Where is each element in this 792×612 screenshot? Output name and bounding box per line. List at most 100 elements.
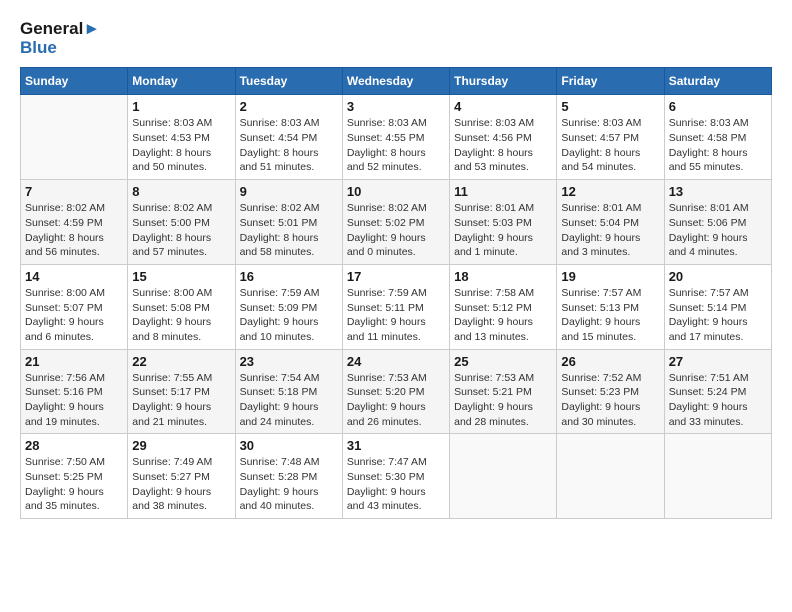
calendar-cell [557, 434, 664, 519]
header-day-thursday: Thursday [450, 68, 557, 95]
day-info: Sunrise: 7:52 AM [561, 371, 659, 386]
day-info: Daylight: 8 hours and 58 minutes. [240, 231, 338, 260]
day-info: Daylight: 9 hours and 19 minutes. [25, 400, 123, 429]
logo: General► Blue [20, 20, 100, 57]
day-number: 5 [561, 99, 659, 114]
day-info: Sunrise: 7:54 AM [240, 371, 338, 386]
week-row-1: 1Sunrise: 8:03 AMSunset: 4:53 PMDaylight… [21, 95, 772, 180]
calendar-cell: 6Sunrise: 8:03 AMSunset: 4:58 PMDaylight… [664, 95, 771, 180]
calendar-cell: 11Sunrise: 8:01 AMSunset: 5:03 PMDayligh… [450, 180, 557, 265]
calendar-cell: 4Sunrise: 8:03 AMSunset: 4:56 PMDaylight… [450, 95, 557, 180]
day-info: Sunset: 4:54 PM [240, 131, 338, 146]
day-info: Daylight: 9 hours and 8 minutes. [132, 315, 230, 344]
day-info: Sunrise: 8:03 AM [132, 116, 230, 131]
calendar-cell: 8Sunrise: 8:02 AMSunset: 5:00 PMDaylight… [128, 180, 235, 265]
day-info: Sunset: 5:06 PM [669, 216, 767, 231]
day-number: 13 [669, 184, 767, 199]
calendar-cell: 29Sunrise: 7:49 AMSunset: 5:27 PMDayligh… [128, 434, 235, 519]
day-info: Sunrise: 8:03 AM [240, 116, 338, 131]
calendar-cell: 2Sunrise: 8:03 AMSunset: 4:54 PMDaylight… [235, 95, 342, 180]
day-info: Sunset: 5:23 PM [561, 385, 659, 400]
calendar-header-row: SundayMondayTuesdayWednesdayThursdayFrid… [21, 68, 772, 95]
calendar-cell: 26Sunrise: 7:52 AMSunset: 5:23 PMDayligh… [557, 349, 664, 434]
day-info: Sunrise: 7:58 AM [454, 286, 552, 301]
day-info: Sunset: 5:24 PM [669, 385, 767, 400]
day-number: 14 [25, 269, 123, 284]
day-info: Sunrise: 7:59 AM [240, 286, 338, 301]
day-info: Daylight: 9 hours and 11 minutes. [347, 315, 445, 344]
day-number: 27 [669, 354, 767, 369]
day-info: Sunset: 5:30 PM [347, 470, 445, 485]
day-number: 29 [132, 438, 230, 453]
day-number: 1 [132, 99, 230, 114]
day-info: Daylight: 9 hours and 13 minutes. [454, 315, 552, 344]
day-number: 7 [25, 184, 123, 199]
calendar-cell: 20Sunrise: 7:57 AMSunset: 5:14 PMDayligh… [664, 264, 771, 349]
day-number: 4 [454, 99, 552, 114]
calendar-cell: 21Sunrise: 7:56 AMSunset: 5:16 PMDayligh… [21, 349, 128, 434]
day-info: Daylight: 9 hours and 40 minutes. [240, 485, 338, 514]
header-day-saturday: Saturday [664, 68, 771, 95]
calendar-cell: 3Sunrise: 8:03 AMSunset: 4:55 PMDaylight… [342, 95, 449, 180]
day-info: Sunset: 5:11 PM [347, 301, 445, 316]
header-day-wednesday: Wednesday [342, 68, 449, 95]
day-info: Daylight: 9 hours and 38 minutes. [132, 485, 230, 514]
day-info: Sunrise: 8:02 AM [347, 201, 445, 216]
day-info: Sunset: 5:01 PM [240, 216, 338, 231]
day-info: Sunset: 5:02 PM [347, 216, 445, 231]
day-info: Sunrise: 8:03 AM [669, 116, 767, 131]
day-info: Sunset: 5:00 PM [132, 216, 230, 231]
day-info: Sunset: 4:53 PM [132, 131, 230, 146]
day-number: 6 [669, 99, 767, 114]
header-day-sunday: Sunday [21, 68, 128, 95]
calendar-cell: 28Sunrise: 7:50 AMSunset: 5:25 PMDayligh… [21, 434, 128, 519]
week-row-4: 21Sunrise: 7:56 AMSunset: 5:16 PMDayligh… [21, 349, 772, 434]
day-info: Sunset: 5:16 PM [25, 385, 123, 400]
day-info: Sunrise: 7:51 AM [669, 371, 767, 386]
day-info: Sunset: 5:13 PM [561, 301, 659, 316]
calendar-cell: 18Sunrise: 7:58 AMSunset: 5:12 PMDayligh… [450, 264, 557, 349]
day-info: Sunrise: 7:56 AM [25, 371, 123, 386]
day-info: Sunrise: 7:53 AM [347, 371, 445, 386]
day-info: Sunset: 5:17 PM [132, 385, 230, 400]
day-info: Daylight: 9 hours and 35 minutes. [25, 485, 123, 514]
day-number: 15 [132, 269, 230, 284]
calendar-cell: 15Sunrise: 8:00 AMSunset: 5:08 PMDayligh… [128, 264, 235, 349]
day-info: Daylight: 8 hours and 53 minutes. [454, 146, 552, 175]
week-row-3: 14Sunrise: 8:00 AMSunset: 5:07 PMDayligh… [21, 264, 772, 349]
header-day-tuesday: Tuesday [235, 68, 342, 95]
page-header: General► Blue [20, 20, 772, 57]
day-number: 3 [347, 99, 445, 114]
calendar-cell: 16Sunrise: 7:59 AMSunset: 5:09 PMDayligh… [235, 264, 342, 349]
day-info: Sunset: 5:25 PM [25, 470, 123, 485]
day-info: Daylight: 9 hours and 26 minutes. [347, 400, 445, 429]
day-info: Daylight: 8 hours and 54 minutes. [561, 146, 659, 175]
day-info: Daylight: 8 hours and 52 minutes. [347, 146, 445, 175]
day-info: Sunset: 5:12 PM [454, 301, 552, 316]
day-number: 31 [347, 438, 445, 453]
day-info: Daylight: 9 hours and 6 minutes. [25, 315, 123, 344]
day-info: Daylight: 8 hours and 57 minutes. [132, 231, 230, 260]
calendar-cell: 1 Sunrise: 8:03 AMSunset: 4:53 PMDaylight… [128, 95, 235, 180]
day-info: Sunrise: 7:53 AM [454, 371, 552, 386]
day-info: Sunset: 4:56 PM [454, 131, 552, 146]
day-info: Daylight: 8 hours and 50 minutes. [132, 146, 230, 175]
day-info: Daylight: 9 hours and 43 minutes. [347, 485, 445, 514]
calendar-cell: 10Sunrise: 8:02 AMSunset: 5:02 PMDayligh… [342, 180, 449, 265]
week-row-2: 7Sunrise: 8:02 AMSunset: 4:59 PMDaylight… [21, 180, 772, 265]
day-number: 9 [240, 184, 338, 199]
day-info: Sunrise: 8:01 AM [454, 201, 552, 216]
calendar-cell: 30Sunrise: 7:48 AMSunset: 5:28 PMDayligh… [235, 434, 342, 519]
day-info: Daylight: 9 hours and 24 minutes. [240, 400, 338, 429]
calendar-cell: 17Sunrise: 7:59 AMSunset: 5:11 PMDayligh… [342, 264, 449, 349]
day-info: Sunrise: 8:00 AM [25, 286, 123, 301]
day-number: 19 [561, 269, 659, 284]
day-info: Sunrise: 8:01 AM [561, 201, 659, 216]
day-info: Sunset: 5:03 PM [454, 216, 552, 231]
day-info: Daylight: 9 hours and 1 minute. [454, 231, 552, 260]
day-info: Daylight: 8 hours and 56 minutes. [25, 231, 123, 260]
day-info: Sunset: 5:14 PM [669, 301, 767, 316]
day-info: Daylight: 9 hours and 30 minutes. [561, 400, 659, 429]
day-number: 25 [454, 354, 552, 369]
day-info: Sunset: 5:20 PM [347, 385, 445, 400]
